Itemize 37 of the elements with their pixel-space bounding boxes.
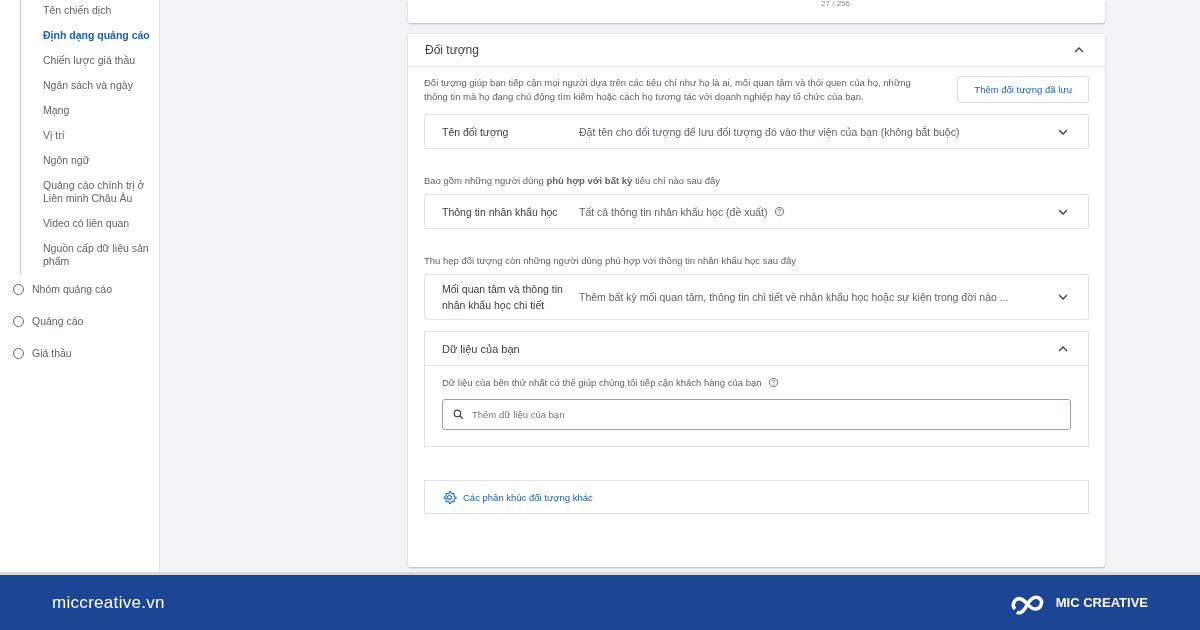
help-icon[interactable] (767, 377, 779, 388)
sidebar-item[interactable]: Video có liên quan (43, 217, 155, 230)
row-value: Tất cả thông tin nhân khẩu học (đề xuất) (579, 205, 768, 218)
row-label: Thông tin nhân khẩu học (442, 204, 559, 220)
sidebar-item[interactable]: Ngân sách và ngày (43, 79, 155, 92)
sidebar-item[interactable]: Giá thầu (32, 347, 72, 359)
settings-icon (442, 489, 457, 505)
description-text: Đối tượng giúp bạn tiếp cận mọi người dựa trên các tiêu chí như họ là ai, mối quan tâm và thói quen của họ, những thông tin mà họ đang chủ động tìm kiếm hoặc cách họ tương tác với doanh nghiệp hay tổ chức của bạn. (424, 76, 912, 104)
expandable-row[interactable]: Mối quan tâm và thông tin nhân khẩu học chi tiết Thêm bất kỳ mối quan tâm, thông tin chi tiết về nhân khẩu học hoặc sự kiện trong đời nào ... (424, 274, 1089, 320)
sidebar-item[interactable]: Nhóm quảng cáo (32, 283, 112, 295)
row-value: Đặt tên cho đối tượng để lưu đối tượng đó vào thư viện của bạn (không bắt buộc) (579, 125, 960, 138)
section-title: Đối tượng (425, 43, 479, 57)
sidebar-item[interactable]: Vị trí (43, 129, 155, 142)
character-counter: 27 / 256 (821, 0, 850, 8)
row-label: Mối quan tâm và thông tin nhân khẩu học chi tiết (442, 282, 564, 313)
sidebar-item[interactable]: Ngôn ngữ (43, 154, 155, 167)
sidebar-item[interactable]: Chiến lược giá thầu (43, 54, 155, 67)
note-text: Bao gồm những người dùng phù hợp với bất kỳ tiêu chí nào sau đây (424, 175, 721, 186)
sidebar-item[interactable]: Mạng (43, 104, 155, 117)
note-text: Thu hẹp đối tượng còn những người dùng phù hợp với thông tin nhân khẩu học sau đây (424, 255, 797, 266)
help-icon[interactable] (773, 206, 785, 217)
sidebar-item[interactable]: Quảng cáo (32, 315, 84, 327)
sidebar-item[interactable]: Quảng cáo chính trị ở Liên minh Châu Âu (43, 179, 155, 205)
row-label: Tên đối tượng (442, 124, 510, 140)
expandable-row[interactable]: Tên đối tượng Đặt tên cho đối tượng để lưu đối tượng đó vào thư viện của bạn (không bắt buộc) (424, 114, 1089, 149)
panel-title: Dữ liệu của bạn (442, 342, 520, 355)
sidebar-item[interactable]: Định dạng quảng cáo (43, 29, 155, 42)
search-field[interactable]: Thêm dữ liệu của bạn (442, 399, 1071, 430)
sidebar-item[interactable]: Nguồn cấp dữ liệu sản phẩm (43, 242, 155, 268)
sidebar-item[interactable]: Tên chiến dịch (43, 4, 155, 17)
row-value: Thêm bất kỳ mối quan tâm, thông tin chi tiết về nhân khẩu học hoặc sự kiện trong đời nào ... (579, 291, 1009, 303)
expandable-row[interactable]: Thông tin nhân khẩu học Tất cả thông tin nhân khẩu học (đề xuất) (424, 194, 1089, 229)
add-saved-audience-button[interactable]: Thêm đối tượng đã lưu (957, 76, 1089, 103)
audience-segments-link[interactable]: Các phân khúc đối tượng khác (442, 489, 593, 505)
brand-name: MIC CREATIVE (1055, 595, 1148, 610)
panel-text: Dữ liệu của bên thứ nhất có thể giúp chúng tôi tiếp cận khách hàng của bạn (442, 377, 762, 388)
website-text: miccreative.vn (52, 592, 165, 613)
